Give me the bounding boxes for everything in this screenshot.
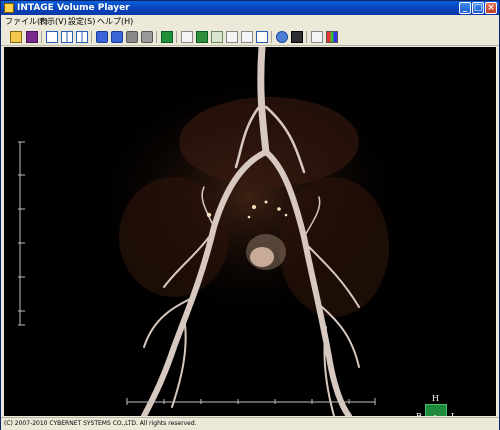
cube-top-icon[interactable]	[126, 31, 138, 43]
toolbar-separator	[156, 31, 157, 43]
bone-structure	[246, 234, 286, 270]
orientation-left-label: R	[416, 412, 422, 416]
panel-icon[interactable]	[256, 31, 268, 43]
disk-icon[interactable]	[26, 31, 38, 43]
close-button[interactable]: ×	[485, 2, 497, 14]
orientation-right-label: L	[451, 412, 456, 416]
mesh-icon[interactable]	[196, 31, 208, 43]
maximize-button[interactable]: □	[472, 2, 484, 14]
toolbar-separator	[306, 31, 307, 43]
green-box-icon[interactable]	[161, 31, 173, 43]
crosshair-icon[interactable]	[226, 31, 238, 43]
toolbar-separator	[271, 31, 272, 43]
cube-gray-icon[interactable]	[141, 31, 153, 43]
window-title: INTAGE Volume Player	[17, 3, 130, 13]
vertical-ruler	[18, 141, 25, 326]
folder-icon[interactable]	[10, 31, 22, 43]
rotate-icon[interactable]	[211, 31, 223, 43]
menu-view[interactable]: 表示(V)	[39, 16, 67, 27]
copyright-text: (C) 2007-2010 CYBERNET SYSTEMS CO.,LTD. …	[4, 420, 197, 427]
cube-front-icon[interactable]	[96, 31, 108, 43]
minimize-button[interactable]: _	[459, 2, 471, 14]
layout-split-vertical-icon[interactable]	[61, 31, 73, 43]
toolbar-separator	[41, 31, 42, 43]
toolbar-separator	[91, 31, 92, 43]
image-icon[interactable]	[181, 31, 193, 43]
camera-icon[interactable]	[276, 31, 288, 43]
orientation-center-label: A	[432, 413, 438, 416]
volume-render-viewport[interactable]: H R L A	[4, 47, 496, 416]
app-window: INTAGE Volume Player _ □ × ファイル(F) 表示(V)…	[0, 0, 500, 430]
color-table-icon[interactable]	[326, 31, 338, 43]
toolbar-separator	[176, 31, 177, 43]
window-frame-icon[interactable]	[311, 31, 323, 43]
app-icon	[4, 3, 14, 13]
menu-settings[interactable]: 設定(S)	[68, 16, 95, 27]
cube-side-icon[interactable]	[111, 31, 123, 43]
title-bar[interactable]: INTAGE Volume Player _ □ ×	[1, 1, 499, 15]
layout-quad-icon[interactable]	[76, 31, 88, 43]
menu-bar: ファイル(F) 表示(V) 設定(S) ヘルプ(H)	[1, 15, 499, 28]
menu-help[interactable]: ヘルプ(H)	[97, 16, 133, 27]
layout-single-icon[interactable]	[46, 31, 58, 43]
toolbar	[1, 28, 499, 46]
volume-rendering	[18, 47, 419, 416]
status-bar: (C) 2007-2010 CYBERNET SYSTEMS CO.,LTD. …	[1, 417, 499, 430]
person-icon[interactable]	[291, 31, 303, 43]
orientation-top-label: H	[432, 394, 439, 403]
text-box-icon[interactable]	[241, 31, 253, 43]
